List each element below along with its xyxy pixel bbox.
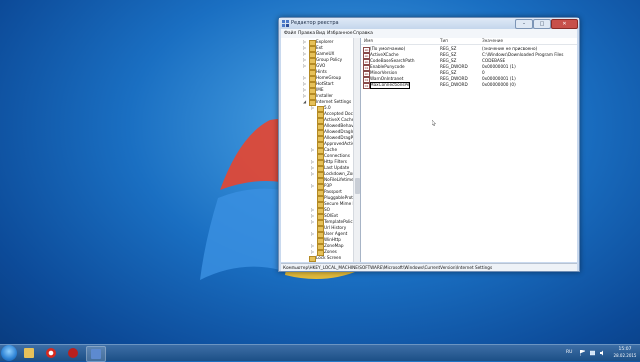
mouse-cursor-icon [432,120,436,126]
folder-icon [309,256,316,262]
clock[interactable]: 15:07 28.02.2015 [612,346,638,359]
explorer-icon [24,348,34,358]
value-row[interactable]: 01 MaxConnectionsPe REG_DWORD 0x00000000 (0… [361,82,577,89]
expand-icon[interactable]: ▷ [311,219,314,225]
expand-icon[interactable]: ▷ [303,63,306,69]
status-bar: Компьютер\HKEY_LOCAL_MACHINE\SOFTWARE\Mi… [281,263,577,271]
network-icon[interactable] [590,350,595,356]
clock-date: 28.02.2015 [613,353,637,358]
tree-item-label: Lock Screen [316,255,342,260]
maximize-button[interactable]: □ [533,19,551,29]
flag-icon[interactable] [580,350,585,356]
value-type: REG_DWORD [440,82,468,87]
tree-scrollbar-thumb[interactable] [355,178,360,194]
opera-icon [46,348,56,358]
collapse-icon[interactable]: ◢ [303,99,306,105]
menu-edit[interactable]: Правка [298,29,315,38]
clock-time: 15:07 [618,347,632,352]
values-pane[interactable]: Имя Тип Значение ab (По умолчанию) REG_SZ(… [361,38,577,262]
menu-help[interactable]: Справка [353,29,373,38]
expand-icon[interactable]: ▷ [311,231,314,237]
expand-icon[interactable]: ▷ [311,147,314,153]
registry-editor-window: Редактор реестра – □ ✕ Файл Правка Вид И… [278,17,580,272]
volume-icon[interactable] [600,350,605,356]
expand-icon[interactable]: ▷ [311,249,314,255]
menu-view[interactable]: Вид [316,29,325,38]
language-indicator[interactable]: RU [566,348,572,358]
taskbar-opera[interactable] [42,346,60,360]
media-player-icon [68,348,78,358]
menu-bar: Файл Правка Вид Избранное Справка [281,29,577,38]
taskbar-explorer[interactable] [20,346,38,360]
binary-value-icon: 01 [363,83,370,89]
expand-icon[interactable]: ▷ [311,171,314,177]
header-divider [361,44,577,45]
menu-file[interactable]: Файл [284,29,296,38]
expand-icon[interactable]: ▷ [311,105,314,111]
status-path: Компьютер\HKEY_LOCAL_MACHINE\SOFTWARE\Mi… [283,265,493,270]
regedit-icon [282,20,289,27]
taskbar: RU 15:07 28.02.2015 [0,344,640,362]
tree-scrollbar[interactable] [353,38,360,262]
start-button[interactable] [1,345,17,361]
registry-tree[interactable]: ▷ Explorer ▷ Ext ▷ GameUX ▷ Group Policy ▷ GVO Hin… [281,38,361,262]
taskbar-media-player[interactable] [64,346,82,360]
regedit-taskbar-icon [91,349,101,359]
value-name: MaxConnectionsPe [370,82,410,87]
close-button[interactable]: ✕ [551,19,578,29]
title-bar[interactable]: Редактор реестра – □ ✕ [279,18,579,29]
value-data: 0x00000000 (0) [482,82,516,87]
tree-item-label: Internet Settings [316,99,352,104]
menu-favorites[interactable]: Избранное [327,29,353,38]
minimize-button[interactable]: – [515,19,533,29]
expand-icon[interactable]: ▷ [311,183,314,189]
window-title: Редактор реестра [291,20,339,26]
